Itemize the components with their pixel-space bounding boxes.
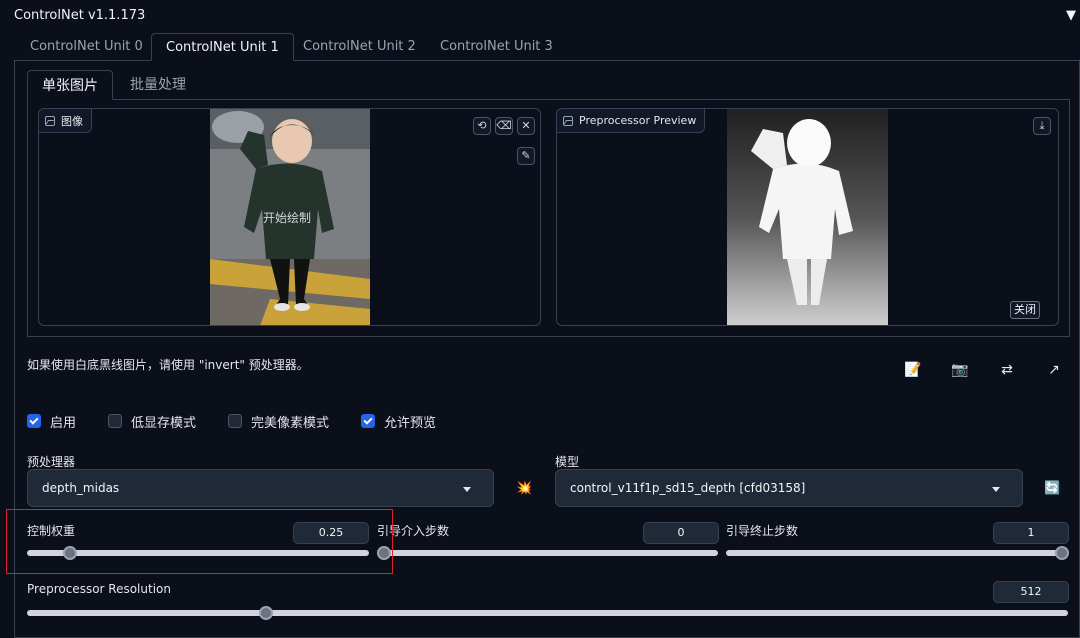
send-arrow-icon[interactable]: ↗: [1044, 360, 1064, 380]
unit-tab-bar: ControlNet Unit 0 ControlNet Unit 1 Cont…: [14, 33, 1080, 61]
eraser-icon[interactable]: ⌫: [495, 117, 513, 135]
highlight-box: [6, 509, 393, 574]
guidance-start-slider[interactable]: [377, 546, 718, 560]
guidance-end-slider[interactable]: [726, 546, 1069, 560]
checkbox-checked-icon[interactable]: [27, 414, 41, 428]
brush-icon[interactable]: ✎: [517, 147, 535, 165]
camera-icon[interactable]: 📷: [950, 360, 970, 380]
slider-thumb[interactable]: [1055, 546, 1069, 560]
tab-unit-1[interactable]: ControlNet Unit 1: [151, 33, 294, 61]
panel-title: ControlNet v1.1.173: [14, 8, 146, 23]
image-tab-bar: 单张图片 批量处理: [27, 70, 1070, 100]
image-icon: [45, 115, 55, 126]
preprocessor-label: 预处理器: [27, 455, 76, 469]
chevron-down-icon: [992, 487, 1000, 492]
start-drawing-text: 开始绘制: [263, 211, 312, 225]
invert-hint: 如果使用白底黑线图片，请使用 "invert" 预处理器。: [27, 358, 309, 372]
tab-unit-3[interactable]: ControlNet Unit 3: [426, 33, 567, 61]
collapse-arrow-icon[interactable]: ▼: [1066, 8, 1076, 23]
model-select[interactable]: control_v11f1p_sd15_depth [cfd03158]: [555, 469, 1023, 507]
run-preprocessor-icon[interactable]: 💥: [516, 481, 532, 496]
preprocessor-select[interactable]: depth_midas: [27, 469, 494, 507]
image-label: 图像: [39, 109, 92, 133]
preprocessor-preview: Preprocessor Preview ⤓ 关闭: [556, 108, 1059, 326]
tab-single-image[interactable]: 单张图片: [27, 70, 113, 100]
option-checkboxes: 启用 低显存模式 完美像素模式 允许预览: [27, 412, 468, 431]
image-icon: [563, 115, 573, 126]
chevron-down-icon: [463, 487, 471, 492]
depth-map-image: [727, 109, 888, 325]
tab-unit-0[interactable]: ControlNet Unit 0: [16, 33, 157, 61]
low-vram-checkbox[interactable]: 低显存模式: [108, 412, 196, 431]
preprocessor-resolution-input[interactable]: 512: [993, 581, 1069, 603]
checkbox-unchecked-icon[interactable]: [228, 414, 243, 428]
undo-icon[interactable]: ⟲: [473, 117, 491, 135]
enable-checkbox[interactable]: 启用: [27, 412, 76, 431]
notepad-icon[interactable]: 📝: [903, 360, 923, 380]
model-label: 模型: [555, 455, 580, 469]
image-input[interactable]: 图像 开始绘制 ⟲ ⌫ ✕ ✎: [38, 108, 541, 326]
tab-unit-2[interactable]: ControlNet Unit 2: [289, 33, 430, 61]
allow-preview-checkbox[interactable]: 允许预览: [361, 412, 436, 431]
swap-icon[interactable]: ⇄: [997, 360, 1017, 380]
checkbox-checked-icon[interactable]: [361, 414, 376, 428]
preprocessor-resolution-label: Preprocessor Resolution: [27, 582, 171, 596]
checkbox-unchecked-icon[interactable]: [108, 414, 123, 428]
refresh-icon[interactable]: 🔄: [1044, 481, 1060, 496]
guidance-start-input[interactable]: 0: [643, 522, 719, 544]
tab-batch[interactable]: 批量处理: [116, 70, 200, 100]
close-icon[interactable]: ✕: [517, 117, 535, 135]
depth-graphic: [727, 109, 888, 325]
guidance-end-input[interactable]: 1: [993, 522, 1069, 544]
close-preview-button[interactable]: 关闭: [1010, 301, 1040, 319]
guidance-end-label: 引导终止步数: [726, 524, 799, 538]
pixel-perfect-checkbox[interactable]: 完美像素模式: [228, 412, 329, 431]
download-icon[interactable]: ⤓: [1033, 117, 1051, 135]
preview-label: Preprocessor Preview: [557, 109, 706, 133]
preprocessor-resolution-slider[interactable]: [27, 606, 1068, 620]
